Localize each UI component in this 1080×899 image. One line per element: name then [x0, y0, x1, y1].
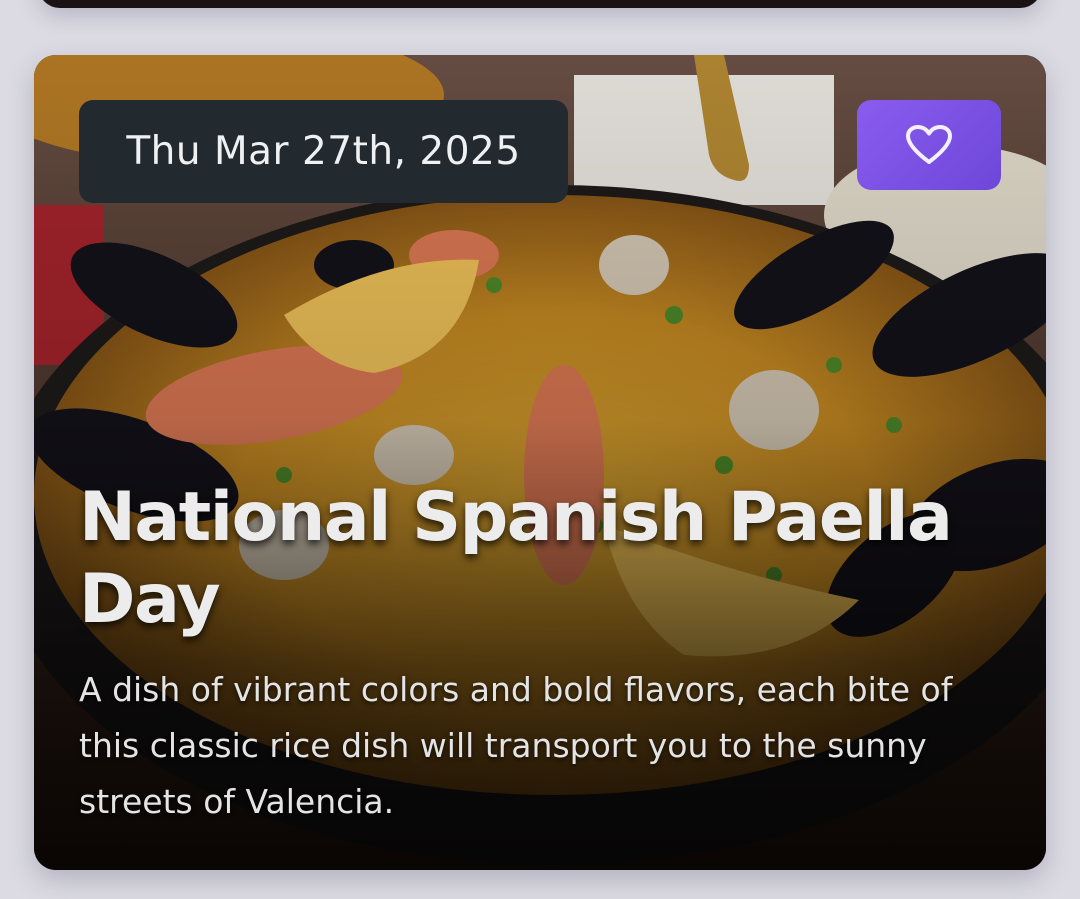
date-text: Thu Mar 27th, 2025 [126, 129, 521, 174]
event-card[interactable]: Thu Mar 27th, 2025 National Spanish Pael… [34, 55, 1046, 870]
event-description: A dish of vibrant colors and bold flavor… [79, 670, 953, 821]
date-badge: Thu Mar 27th, 2025 [79, 100, 568, 203]
previous-card[interactable] [38, 0, 1042, 8]
favorite-button[interactable] [857, 100, 1001, 190]
heart-outline-icon [906, 125, 952, 164]
event-title: National Spanish Paella Day [79, 478, 953, 639]
